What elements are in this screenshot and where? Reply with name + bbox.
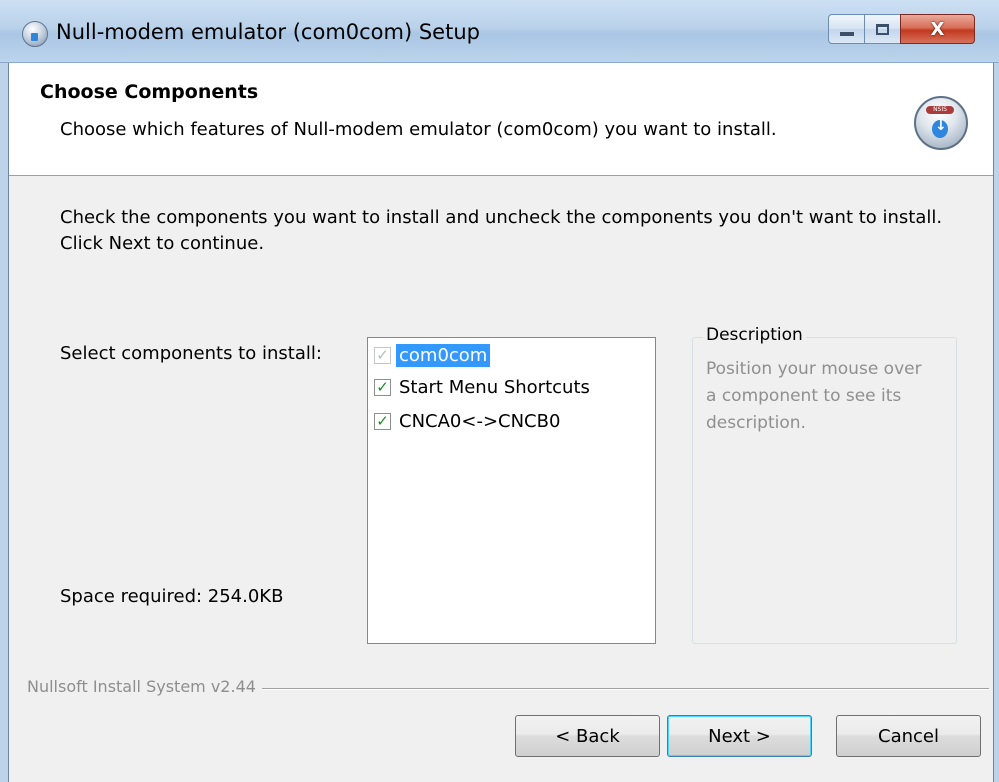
- component-item-com0com[interactable]: ✓ com0com: [374, 342, 491, 368]
- close-button[interactable]: X: [900, 14, 975, 44]
- title-bar[interactable]: Null-modem emulator (com0com) Setup X: [0, 0, 999, 63]
- icon-badge: NSIS: [926, 106, 954, 114]
- checkbox-com0com[interactable]: ✓: [374, 346, 391, 364]
- select-components-label: Select components to install:: [60, 343, 322, 364]
- minimize-button[interactable]: [828, 14, 865, 44]
- download-arrow-icon: [932, 118, 948, 138]
- nsis-branding: Nullsoft Install System v2.44: [27, 677, 262, 696]
- description-title: Description: [703, 325, 806, 345]
- installer-disc-icon: NSIS: [914, 96, 968, 150]
- checkbox-cnca0-cncb0[interactable]: ✓: [374, 412, 391, 430]
- maximize-button[interactable]: [864, 14, 901, 44]
- installer-window: Null-modem emulator (com0com) Setup X Ch…: [0, 0, 999, 782]
- dialog-body: Choose Components Choose which features …: [8, 63, 994, 782]
- window-title: Null-modem emulator (com0com) Setup: [56, 20, 480, 44]
- minimize-icon: [839, 32, 854, 36]
- component-label: Start Menu Shortcuts: [399, 376, 590, 398]
- component-item-start-menu-shortcuts[interactable]: ✓ Start Menu Shortcuts: [374, 374, 593, 400]
- instruction-text: Check the components you want to install…: [60, 207, 943, 254]
- component-label: CNCA0<->CNCB0: [399, 410, 561, 432]
- maximize-icon: [876, 23, 889, 35]
- space-required-label: Space required: 254.0KB: [60, 586, 284, 607]
- back-button[interactable]: < Back: [515, 715, 660, 757]
- components-tree[interactable]: ✓ com0com ✓ Start Menu Shortcuts ✓ CNCA0…: [367, 337, 656, 644]
- app-icon: [22, 21, 48, 47]
- component-item-cnca0-cncb0[interactable]: ✓ CNCA0<->CNCB0: [374, 408, 563, 434]
- description-text: Position your mouse over a component to …: [706, 359, 922, 433]
- next-button[interactable]: Next >: [667, 715, 812, 757]
- checkbox-start-menu-shortcuts[interactable]: ✓: [374, 378, 391, 396]
- page-header: Choose Components Choose which features …: [9, 63, 993, 176]
- cancel-button[interactable]: Cancel: [836, 715, 981, 757]
- page-subtitle: Choose which features of Null-modem emul…: [60, 119, 777, 140]
- component-label: com0com: [396, 343, 491, 367]
- page-title: Choose Components: [40, 81, 259, 103]
- close-icon: X: [930, 18, 945, 40]
